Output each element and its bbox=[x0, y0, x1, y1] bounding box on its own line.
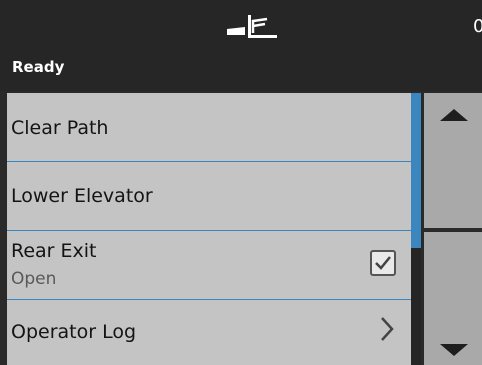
menu-list: Clear Path Lower Elevator Rear Exit Open… bbox=[7, 93, 411, 365]
list-item-operator-log[interactable]: Operator Log bbox=[7, 300, 411, 365]
list-item-lower-elevator[interactable]: Lower Elevator bbox=[7, 162, 411, 231]
header-bar: 0 Ready bbox=[0, 0, 482, 91]
list-item-rear-exit[interactable]: Rear Exit Open bbox=[7, 231, 411, 300]
list-item-label: Operator Log bbox=[11, 321, 137, 343]
list-item-label: Lower Elevator bbox=[11, 185, 153, 207]
checkmark-icon bbox=[375, 256, 391, 270]
screen: 0 Ready Clear Path Lower Elevator Rear E… bbox=[0, 0, 482, 365]
scroll-up-button[interactable] bbox=[424, 93, 482, 230]
arrow-down-icon bbox=[440, 344, 468, 356]
rear-exit-checkbox[interactable] bbox=[370, 250, 396, 276]
chevron-right-icon bbox=[381, 317, 394, 341]
scroll-thumb[interactable] bbox=[411, 93, 421, 248]
list-item-clear-path[interactable]: Clear Path bbox=[7, 93, 411, 162]
paper-exit-tray-icon bbox=[227, 15, 277, 38]
list-item-label: Rear Exit bbox=[11, 240, 97, 262]
list-item-value: Open bbox=[11, 269, 57, 289]
scroll-down-button[interactable] bbox=[424, 232, 482, 365]
arrow-up-icon bbox=[440, 109, 468, 121]
status-text: Ready bbox=[12, 58, 65, 76]
list-item-label: Clear Path bbox=[11, 117, 109, 139]
page-counter: 0 bbox=[473, 16, 482, 37]
